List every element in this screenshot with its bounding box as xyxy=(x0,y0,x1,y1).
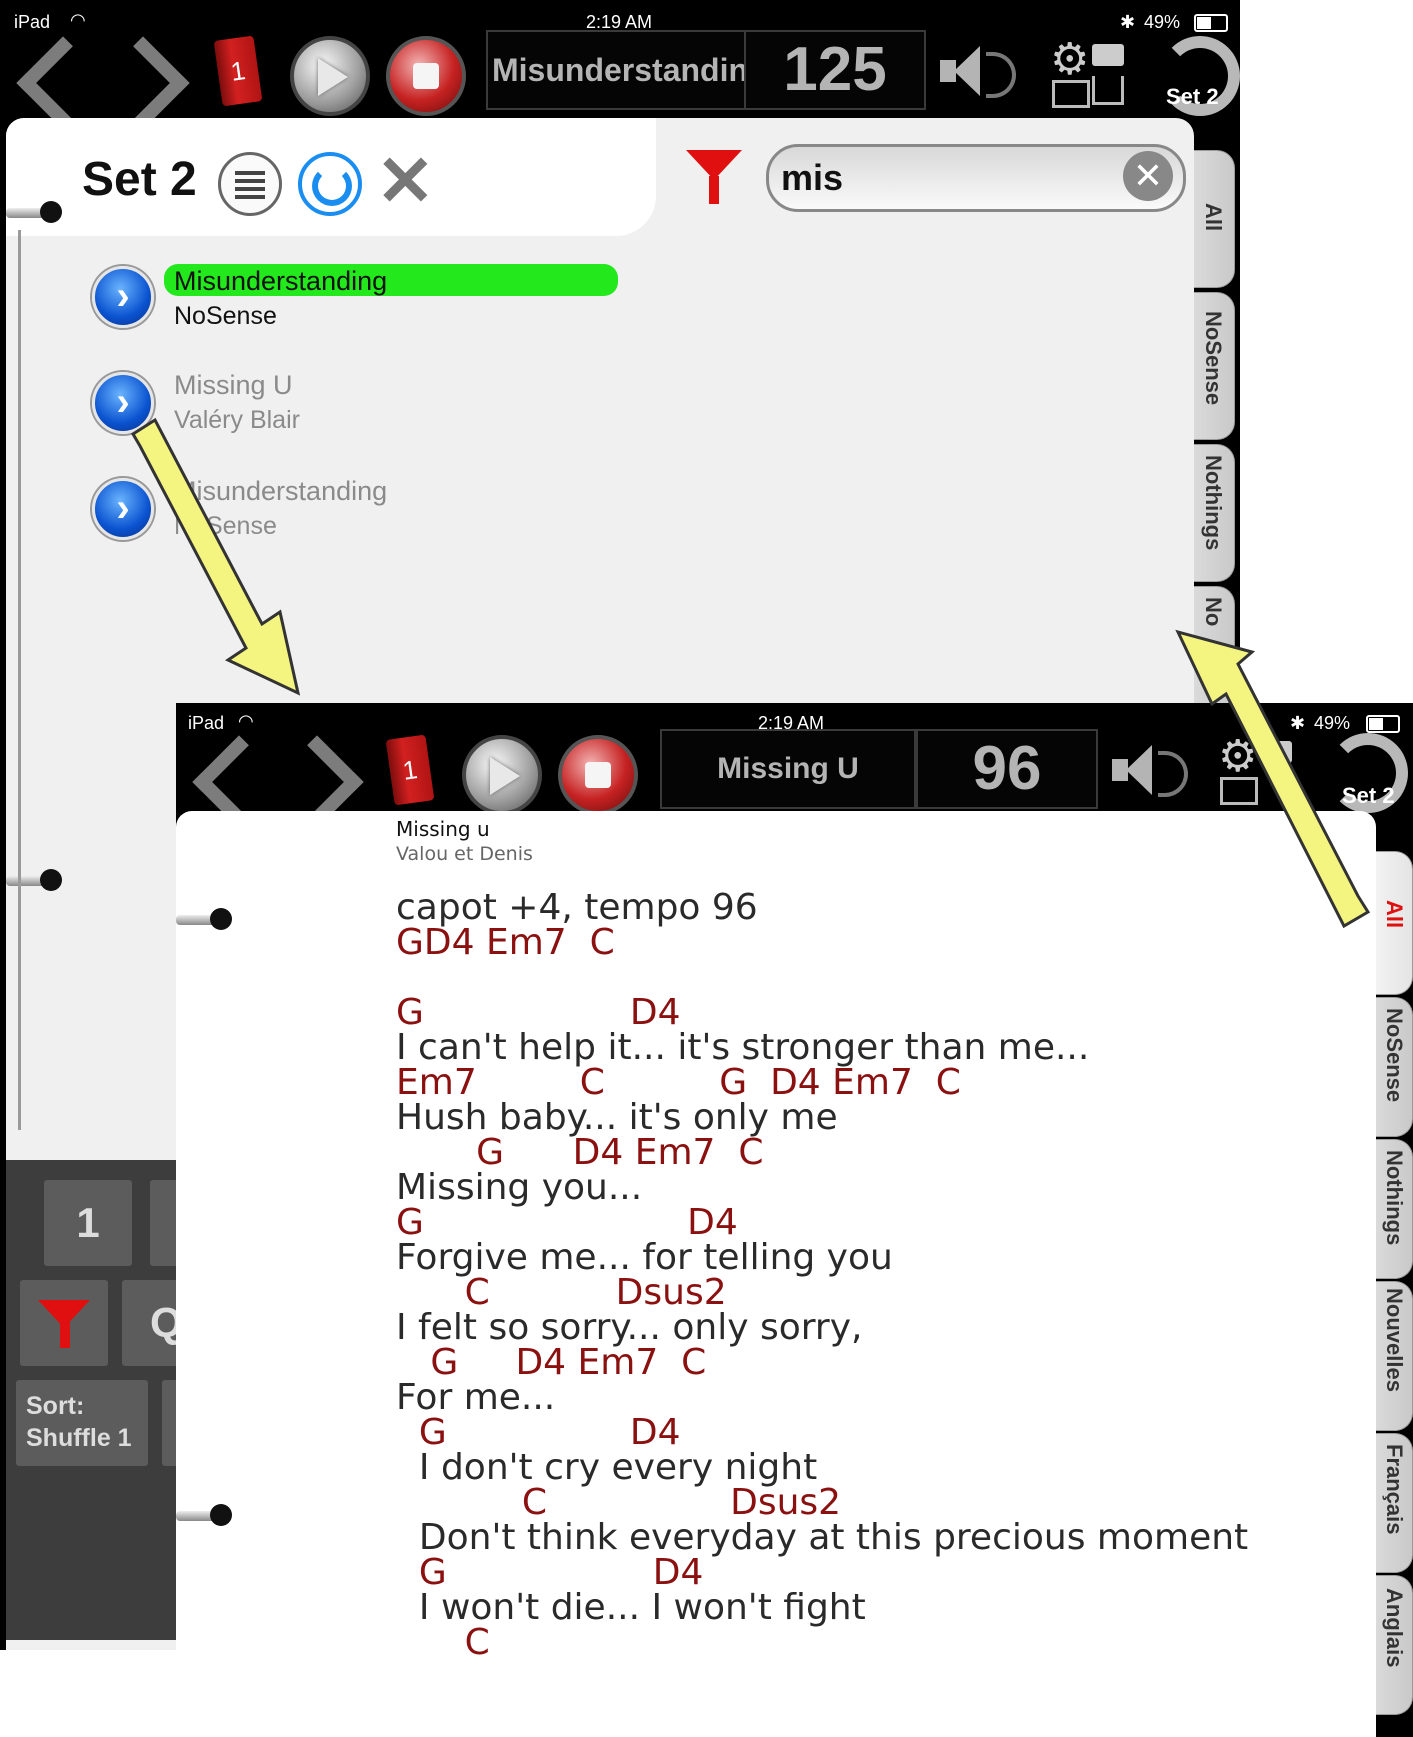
arrow-up-icon xyxy=(1175,629,1371,929)
annotation-arrows xyxy=(130,417,1371,929)
arrow-down-icon xyxy=(130,417,301,696)
